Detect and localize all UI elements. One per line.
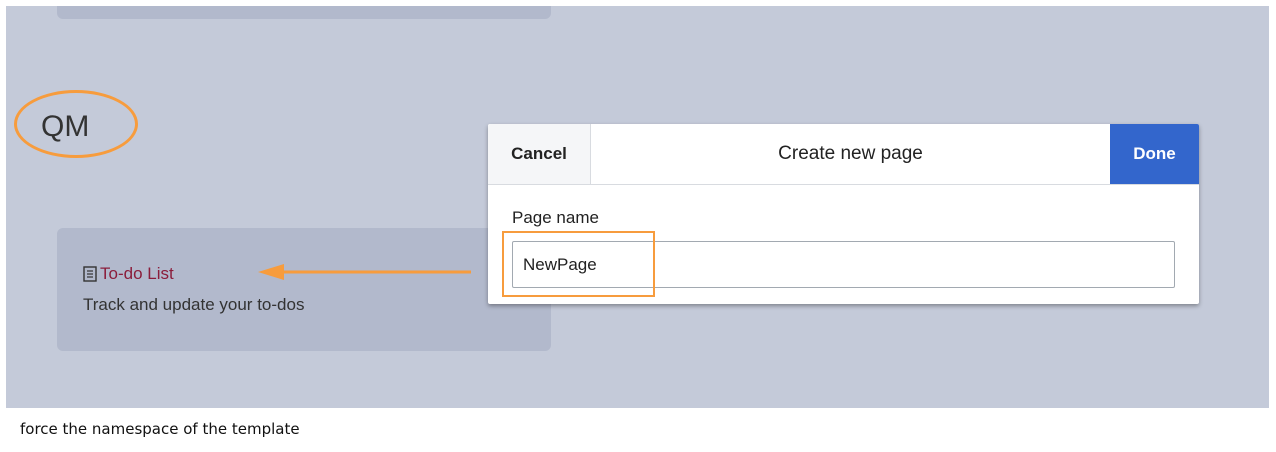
todo-card: To-do List Track and update your to-dos — [57, 228, 551, 351]
done-button[interactable]: Done — [1110, 124, 1199, 184]
annotation-arrow-icon — [258, 264, 471, 280]
screenshot-frame: QM To-do List Track and update your to-d… — [6, 6, 1269, 408]
card-partial-top — [57, 6, 551, 19]
todo-description: Track and update your to-dos — [83, 295, 305, 314]
cancel-button[interactable]: Cancel — [488, 124, 591, 184]
annotation-circle — [14, 90, 138, 158]
todo-list-link-label[interactable]: To-do List — [100, 264, 174, 284]
page-name-label: Page name — [512, 208, 599, 227]
dialog-title: Create new page — [778, 143, 923, 164]
document-icon — [83, 266, 97, 282]
page-name-input[interactable] — [512, 241, 1175, 288]
todo-list-link[interactable]: To-do List — [83, 264, 174, 284]
dialog-header: Cancel Create new page Done — [488, 124, 1199, 185]
caption-text: force the namespace of the template — [20, 420, 300, 438]
create-page-dialog: Cancel Create new page Done Page name — [488, 124, 1199, 304]
